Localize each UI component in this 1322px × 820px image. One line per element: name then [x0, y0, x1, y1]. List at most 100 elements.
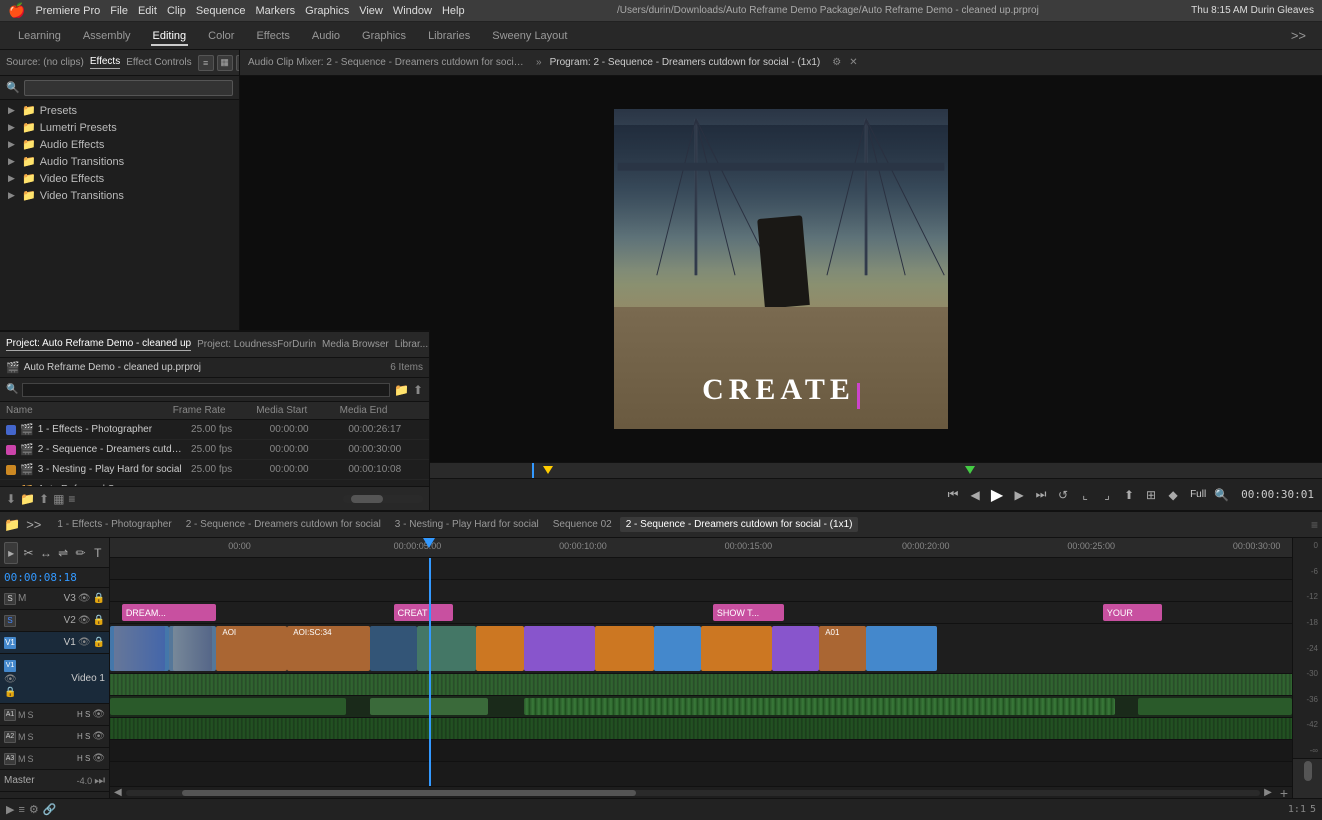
vscroll-area[interactable]: [1293, 758, 1322, 798]
tl-tool-roll[interactable]: ⇌: [56, 542, 70, 564]
v3-toggle[interactable]: M: [18, 593, 26, 604]
tl-tab-arrow[interactable]: ≡: [1311, 518, 1318, 532]
menu-clip[interactable]: Clip: [167, 5, 186, 17]
v1-eye[interactable]: 👁: [78, 637, 91, 648]
video-clip-10[interactable]: [772, 626, 819, 671]
video-clip-9[interactable]: [701, 626, 772, 671]
video-clip-3[interactable]: [370, 626, 417, 671]
a3-btn[interactable]: A3: [4, 753, 16, 765]
scrubber-playhead[interactable]: [532, 463, 534, 478]
video-clip-5[interactable]: [476, 626, 523, 671]
mark-in-btn[interactable]: ⌞: [1076, 486, 1094, 504]
workspace-tab-assembly[interactable]: Assembly: [81, 26, 133, 46]
menu-sequence[interactable]: Sequence: [196, 5, 246, 17]
clip-showt[interactable]: SHOW T...: [713, 604, 784, 621]
proj-bottom-icon-1[interactable]: ⬇: [6, 492, 16, 506]
workspace-tab-sweeny[interactable]: Sweeny Layout: [490, 26, 569, 46]
workspace-tab-color[interactable]: Color: [206, 26, 236, 46]
export-btn[interactable]: ⬆: [1120, 486, 1138, 504]
proj-item-3[interactable]: 🎬 3 - Nesting - Play Hard for social 25.…: [0, 460, 429, 480]
clip-your[interactable]: YOUR: [1103, 604, 1162, 621]
effect-controls-tab[interactable]: Effect Controls: [126, 57, 191, 68]
a1-eye[interactable]: 👁: [92, 709, 105, 720]
a2-clip-4[interactable]: [1138, 698, 1292, 715]
a1-solo[interactable]: S: [28, 710, 34, 720]
v3-lock[interactable]: 🔒: [93, 593, 105, 604]
proj-tab-lib[interactable]: Librar...: [395, 339, 428, 350]
menu-markers[interactable]: Markers: [255, 5, 295, 17]
clip-creat[interactable]: CREAT: [394, 604, 453, 621]
workspace-tab-effects[interactable]: Effects: [254, 26, 291, 46]
panel-icon-btn-1[interactable]: ≡: [198, 55, 214, 71]
a3-solo[interactable]: S: [28, 754, 34, 764]
timeline-hscroll[interactable]: ◀ ▶ +: [110, 786, 1292, 798]
video-clip-11[interactable]: [866, 626, 937, 671]
tl-bottom-play[interactable]: ▶: [6, 803, 14, 816]
add-marker-btn[interactable]: ◆: [1164, 486, 1182, 504]
go-to-in-btn[interactable]: ⏮: [944, 486, 962, 504]
add-track-btn[interactable]: +: [1280, 785, 1288, 799]
clip-dream[interactable]: DREAM...: [122, 604, 217, 621]
seq-tab-2[interactable]: 2 - Sequence - Dreamers cutdown for soci…: [180, 517, 387, 532]
v1-eye-2[interactable]: 👁: [4, 674, 17, 685]
step-fwd-btn[interactable]: ▶: [1010, 486, 1028, 504]
effects-item-presets[interactable]: ▶ 📁 Presets: [0, 102, 239, 119]
tl-tool-text[interactable]: T: [91, 542, 105, 564]
video-clip-2[interactable]: [169, 626, 216, 671]
step-back-btn[interactable]: ◀: [966, 486, 984, 504]
go-to-out-btn[interactable]: ⏭: [1032, 486, 1050, 504]
a3-mute[interactable]: M: [18, 754, 26, 764]
menu-graphics[interactable]: Graphics: [305, 5, 349, 17]
proj-tab-2[interactable]: Project: LoudnessForDurin: [197, 339, 316, 350]
a3-eye[interactable]: 👁: [92, 753, 105, 764]
menu-edit[interactable]: Edit: [138, 5, 157, 17]
seq-tab-5[interactable]: 2 - Sequence - Dreamers cutdown for soci…: [620, 517, 859, 532]
tl-tool-select[interactable]: ▸: [4, 542, 18, 564]
a2-clip-1[interactable]: [110, 698, 346, 715]
vscroll-thumb[interactable]: [1304, 761, 1312, 781]
proj-tab-1[interactable]: Project: Auto Reframe Demo - cleaned up: [6, 338, 191, 351]
tl-bottom-list[interactable]: ≡: [18, 804, 24, 816]
proj-bottom-scrollbar[interactable]: [343, 495, 423, 503]
proj-item-2[interactable]: 🎬 2 - Sequence - Dreamers cutdown for s.…: [0, 440, 429, 460]
workspace-tab-libraries[interactable]: Libraries: [426, 26, 472, 46]
a2-clip-2[interactable]: [370, 698, 488, 715]
effects-item-audio-transitions[interactable]: ▶ 📁 Audio Transitions: [0, 153, 239, 170]
a2-eye[interactable]: 👁: [92, 731, 105, 742]
workspace-tab-learning[interactable]: Learning: [16, 26, 63, 46]
menu-premiere-pro[interactable]: Premiere Pro: [35, 5, 100, 17]
effects-search-input[interactable]: [24, 80, 233, 96]
tl-bottom-link[interactable]: 🔗: [43, 803, 57, 816]
workspace-tab-graphics[interactable]: Graphics: [360, 26, 408, 46]
apple-menu[interactable]: 🍎: [8, 2, 25, 19]
project-search-input[interactable]: [22, 383, 390, 397]
a2-btn[interactable]: A2: [4, 731, 16, 743]
expand-icon[interactable]: »: [536, 57, 542, 68]
proj-item-1[interactable]: 🎬 1 - Effects - Photographer 25.00 fps 0…: [0, 420, 429, 440]
effects-item-video-transitions[interactable]: ▶ 📁 Video Transitions: [0, 187, 239, 204]
tl-expand-btn[interactable]: >>: [26, 517, 41, 532]
tl-bottom-settings[interactable]: ⚙: [29, 803, 39, 816]
video-clip-aoi[interactable]: AOI: [216, 626, 287, 671]
proj-bottom-icon-2[interactable]: 📁: [20, 492, 35, 506]
video-clip-4[interactable]: [417, 626, 476, 671]
menu-view[interactable]: View: [359, 5, 383, 17]
hscroll-thumb[interactable]: [182, 790, 636, 796]
menu-file[interactable]: File: [110, 5, 128, 17]
video-clip-1[interactable]: [110, 626, 169, 671]
menu-help[interactable]: Help: [442, 5, 465, 17]
tl-tool-razor[interactable]: ✂: [21, 542, 35, 564]
proj-bottom-icon-4[interactable]: ▦: [53, 492, 64, 506]
a1-mute[interactable]: M: [18, 710, 26, 720]
a3-clip-1[interactable]: [110, 718, 1292, 739]
v1-sync-btn[interactable]: V1: [4, 660, 16, 672]
a1-btn[interactable]: A1: [4, 709, 16, 721]
v1-lock[interactable]: 🔒: [93, 637, 105, 648]
close-icon[interactable]: ✕: [849, 57, 857, 68]
effects-item-video-effects[interactable]: ▶ 📁 Video Effects: [0, 170, 239, 187]
proj-icon-upload[interactable]: ⬆: [413, 383, 423, 397]
proj-bottom-icon-3[interactable]: ⬆: [39, 492, 49, 506]
v1-lock-2[interactable]: 🔒: [4, 687, 16, 698]
loop-btn[interactable]: ↺: [1054, 486, 1072, 504]
workspace-tab-editing[interactable]: Editing: [151, 26, 189, 46]
